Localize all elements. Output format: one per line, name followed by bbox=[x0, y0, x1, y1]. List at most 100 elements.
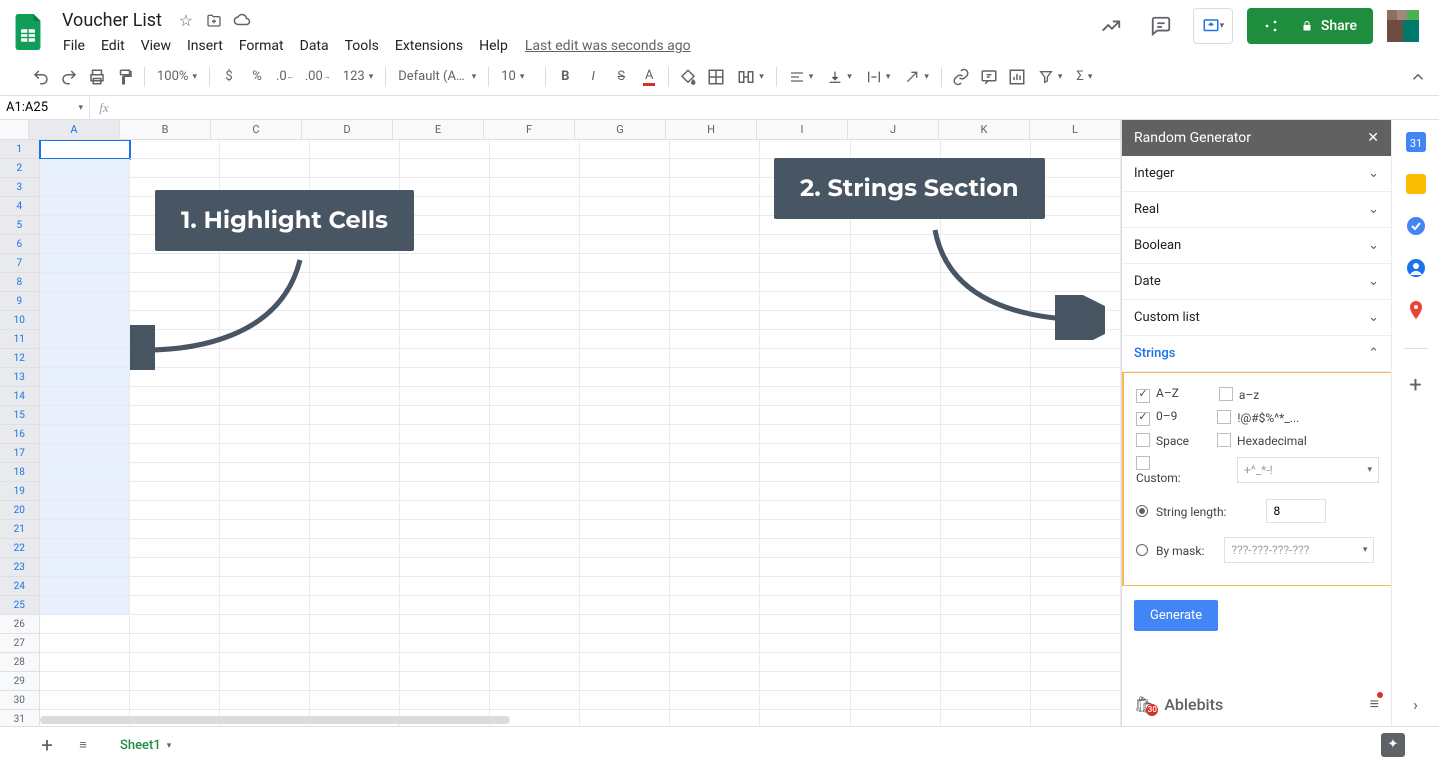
cell[interactable] bbox=[941, 596, 1031, 615]
cell[interactable] bbox=[670, 178, 760, 197]
cell[interactable] bbox=[760, 444, 850, 463]
cell[interactable] bbox=[400, 577, 490, 596]
cell[interactable] bbox=[670, 216, 760, 235]
menu-format[interactable]: Format bbox=[232, 34, 291, 58]
cell[interactable] bbox=[310, 501, 400, 520]
cell[interactable] bbox=[760, 634, 850, 653]
cell[interactable] bbox=[670, 235, 760, 254]
row-header[interactable]: 21 bbox=[0, 520, 40, 539]
cell[interactable] bbox=[760, 539, 850, 558]
cell[interactable] bbox=[40, 520, 130, 539]
cell[interactable] bbox=[130, 387, 220, 406]
radio-string-length[interactable]: String length: bbox=[1136, 504, 1226, 519]
cell[interactable] bbox=[760, 482, 850, 501]
cell[interactable] bbox=[580, 311, 670, 330]
cell[interactable] bbox=[130, 634, 220, 653]
cell[interactable] bbox=[490, 387, 580, 406]
cell[interactable] bbox=[40, 387, 130, 406]
cell[interactable] bbox=[1031, 596, 1121, 615]
cell[interactable] bbox=[490, 235, 580, 254]
cell[interactable] bbox=[580, 596, 670, 615]
cell[interactable] bbox=[1031, 387, 1121, 406]
row-header[interactable]: 26 bbox=[0, 615, 40, 634]
row-header[interactable]: 31 bbox=[0, 710, 40, 726]
cell[interactable] bbox=[580, 349, 670, 368]
cell[interactable] bbox=[310, 140, 400, 159]
cell[interactable] bbox=[580, 216, 670, 235]
filter-button[interactable]: ▾ bbox=[1032, 65, 1069, 89]
link-button[interactable] bbox=[948, 64, 974, 90]
cell[interactable] bbox=[220, 140, 310, 159]
cell[interactable] bbox=[490, 539, 580, 558]
cell[interactable] bbox=[400, 558, 490, 577]
cell[interactable] bbox=[670, 482, 760, 501]
cell[interactable] bbox=[400, 292, 490, 311]
cell[interactable] bbox=[40, 349, 130, 368]
cell[interactable] bbox=[490, 406, 580, 425]
cell[interactable] bbox=[490, 634, 580, 653]
borders-button[interactable] bbox=[703, 64, 729, 90]
add-sheet-button[interactable]: + bbox=[34, 732, 60, 758]
cell[interactable] bbox=[580, 634, 670, 653]
row-header[interactable]: 14 bbox=[0, 387, 40, 406]
cell[interactable] bbox=[851, 596, 941, 615]
cell[interactable] bbox=[220, 539, 310, 558]
cell[interactable] bbox=[1031, 406, 1121, 425]
menu-tools[interactable]: Tools bbox=[338, 34, 386, 58]
cell[interactable] bbox=[670, 254, 760, 273]
cell[interactable] bbox=[40, 596, 130, 615]
cell[interactable] bbox=[220, 691, 310, 710]
cell[interactable] bbox=[130, 140, 220, 159]
cell[interactable] bbox=[220, 672, 310, 691]
text-color-button[interactable]: A bbox=[636, 64, 662, 90]
move-icon[interactable] bbox=[204, 10, 224, 30]
cell[interactable] bbox=[490, 254, 580, 273]
cell[interactable] bbox=[760, 273, 850, 292]
col-header-C[interactable]: C bbox=[211, 120, 302, 139]
cell[interactable] bbox=[851, 634, 941, 653]
cell[interactable] bbox=[400, 406, 490, 425]
cell[interactable] bbox=[851, 444, 941, 463]
cell[interactable] bbox=[40, 330, 130, 349]
cell[interactable] bbox=[400, 691, 490, 710]
cell[interactable] bbox=[851, 577, 941, 596]
cell[interactable] bbox=[400, 387, 490, 406]
cell[interactable] bbox=[760, 254, 850, 273]
custom-charset-input[interactable]: +^_*-!▾ bbox=[1237, 457, 1379, 483]
cell[interactable] bbox=[220, 387, 310, 406]
cell[interactable] bbox=[490, 577, 580, 596]
cell[interactable] bbox=[490, 330, 580, 349]
cell[interactable] bbox=[580, 368, 670, 387]
row-header[interactable]: 24 bbox=[0, 577, 40, 596]
cell[interactable] bbox=[1031, 634, 1121, 653]
last-edit-link[interactable]: Last edit was seconds ago bbox=[517, 34, 699, 58]
cell[interactable] bbox=[130, 406, 220, 425]
cell[interactable] bbox=[400, 254, 490, 273]
cell[interactable] bbox=[851, 653, 941, 672]
cell[interactable] bbox=[130, 596, 220, 615]
cell[interactable] bbox=[490, 311, 580, 330]
cell[interactable] bbox=[40, 672, 130, 691]
col-header-B[interactable]: B bbox=[120, 120, 211, 139]
cell[interactable] bbox=[40, 406, 130, 425]
font-select[interactable]: Default (Ari...▾ bbox=[392, 65, 482, 89]
row-header[interactable]: 17 bbox=[0, 444, 40, 463]
cell[interactable] bbox=[1031, 615, 1121, 634]
cell[interactable] bbox=[400, 520, 490, 539]
cell[interactable] bbox=[40, 501, 130, 520]
cell[interactable] bbox=[760, 501, 850, 520]
cell[interactable] bbox=[670, 691, 760, 710]
cell[interactable] bbox=[490, 672, 580, 691]
present-button[interactable]: ▾ bbox=[1193, 8, 1233, 44]
star-icon[interactable]: ☆ bbox=[176, 10, 196, 30]
cell[interactable] bbox=[220, 615, 310, 634]
cell[interactable] bbox=[1031, 463, 1121, 482]
cell[interactable] bbox=[760, 425, 850, 444]
cell[interactable] bbox=[310, 406, 400, 425]
cell[interactable] bbox=[40, 615, 130, 634]
cell[interactable] bbox=[670, 577, 760, 596]
cell[interactable] bbox=[220, 577, 310, 596]
contacts-app-icon[interactable] bbox=[1406, 258, 1426, 282]
cell[interactable] bbox=[941, 634, 1031, 653]
row-header[interactable]: 7 bbox=[0, 254, 40, 273]
